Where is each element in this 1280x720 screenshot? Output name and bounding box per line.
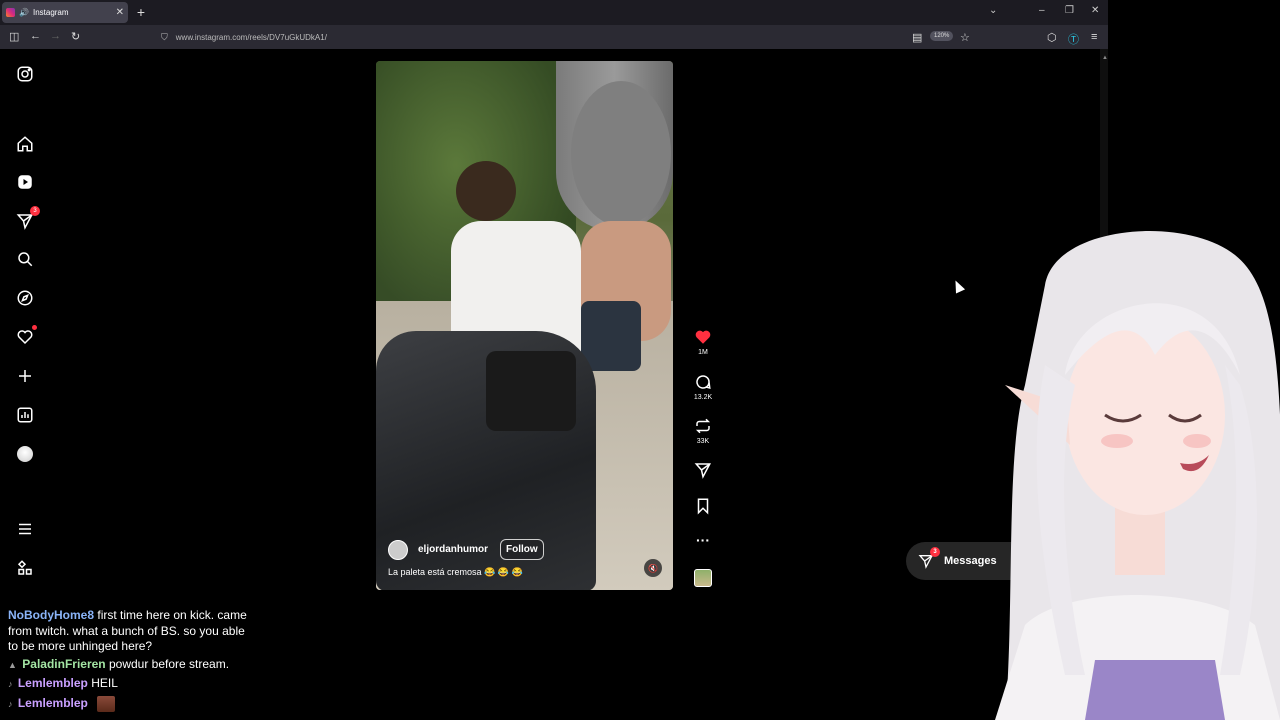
reels-icon[interactable] xyxy=(14,171,36,193)
mute-toggle-icon[interactable]: 🔇 xyxy=(644,559,662,577)
messages-badge: 3 xyxy=(30,206,40,216)
reel-author: eljordanhumor Follow xyxy=(388,539,544,560)
zoom-level[interactable]: 120% xyxy=(930,31,954,41)
translate-extension-icon[interactable]: Ⓣ xyxy=(1068,31,1079,47)
sidebar-toggle-icon[interactable]: ◫ xyxy=(9,30,19,43)
chat-text: HEIL xyxy=(91,676,118,690)
also-from-meta-icon[interactable] xyxy=(14,557,36,579)
chat-username: Lemlemblep xyxy=(17,696,88,711)
chat-badge-icon: ▲ xyxy=(8,660,17,670)
speaker-icon[interactable]: 🔊 xyxy=(19,8,29,17)
author-avatar[interactable] xyxy=(388,539,408,560)
url-bar[interactable]: ⛉ www.instagram.com/reels/DV7uGkUDkA1/ xyxy=(155,27,975,47)
back-icon[interactable]: ← xyxy=(30,30,41,42)
messages-button-badge: 3 xyxy=(930,547,940,557)
close-tab-icon[interactable]: ✕ xyxy=(116,7,124,18)
chat-message: ♪ Lemlemblep HEIL xyxy=(8,676,258,693)
author-username[interactable]: eljordanhumor xyxy=(418,544,488,555)
like-count: 1M xyxy=(698,349,708,356)
chat-username: PaladinFrieren xyxy=(22,657,106,671)
search-icon[interactable] xyxy=(14,248,36,270)
comment-count: 13.2K xyxy=(693,394,713,401)
scroll-up-arrow-icon[interactable]: ▲ xyxy=(1102,55,1108,61)
video-frame-head xyxy=(456,161,516,221)
share-icon xyxy=(694,463,711,479)
chat-message: ▲ PaladinFrieren powdur before stream. xyxy=(8,657,258,674)
video-frame-pipe-end xyxy=(571,81,671,226)
new-tab-button[interactable]: + xyxy=(134,4,148,20)
home-icon[interactable] xyxy=(14,133,36,155)
nav-bar: ◫ ← → ↻ ⛉ www.instagram.com/reels/DV7uGk… xyxy=(0,25,1108,49)
video-frame-pants xyxy=(486,351,576,431)
audio-thumbnail[interactable] xyxy=(694,569,712,587)
mouse-cursor xyxy=(950,278,966,294)
chat-badge-icon: ♪ xyxy=(8,699,13,710)
comment-button[interactable]: 13.2K xyxy=(690,373,716,401)
chat-username: NoBodyHome8 xyxy=(8,608,95,622)
app-menu-icon[interactable]: ≡ xyxy=(1091,31,1097,43)
close-window-icon[interactable]: ✕ xyxy=(1091,5,1099,16)
reload-icon[interactable]: ↻ xyxy=(71,30,80,43)
instagram-sidebar: 3 xyxy=(0,49,60,600)
chat-badge-icon: ♪ xyxy=(8,679,13,689)
bookmark-star-icon[interactable]: ☆ xyxy=(960,31,970,44)
chat-emote-image xyxy=(97,696,116,712)
chat-text: powdur before stream. xyxy=(108,657,230,671)
tab-title: Instagram xyxy=(32,8,69,17)
reader-view-icon[interactable]: ▤ xyxy=(912,31,922,44)
heart-filled-icon xyxy=(695,330,711,344)
tab-bar: 🔊 Instagram ✕ + ⌄ – ❐ ✕ xyxy=(0,0,1108,25)
tracking-shield-icon[interactable]: ⛉ xyxy=(161,32,168,43)
more-menu-icon[interactable] xyxy=(14,518,36,540)
messages-icon[interactable]: 3 xyxy=(14,206,40,232)
notifications-dot xyxy=(32,325,37,330)
reel-video[interactable]: eljordanhumor Follow La paleta está crem… xyxy=(376,61,673,590)
url-text: www.instagram.com/reels/DV7uGkUDkA1/ xyxy=(175,32,327,42)
chat-username: Lemlemblep xyxy=(17,676,88,690)
extensions-icon[interactable]: ⬡ xyxy=(1047,31,1057,44)
stream-chat: NoBodyHome8 first time here on kick. cam… xyxy=(0,600,700,720)
dashboard-icon[interactable] xyxy=(14,404,36,426)
video-frame-shorts xyxy=(581,301,641,371)
messages-send-icon: 3 xyxy=(918,547,940,569)
repost-button[interactable]: 33K xyxy=(690,417,716,445)
restore-icon[interactable]: ❐ xyxy=(1065,5,1074,16)
tab-instagram[interactable]: 🔊 Instagram ✕ xyxy=(2,2,128,23)
create-icon[interactable] xyxy=(14,365,36,387)
reel-caption: La paleta está cremosa 😂 😂 😂 xyxy=(388,567,523,577)
forward-icon[interactable]: → xyxy=(50,30,61,42)
save-button[interactable] xyxy=(690,497,716,518)
follow-button[interactable]: Follow xyxy=(500,539,544,560)
browser-window: 🔊 Instagram ✕ + ⌄ – ❐ ✕ ◫ ← → ↻ ⛉ www.in… xyxy=(0,0,1108,600)
instagram-logo-icon[interactable] xyxy=(14,63,36,85)
explore-icon[interactable] xyxy=(14,287,36,309)
chat-message: NoBodyHome8 first time here on kick. cam… xyxy=(8,608,258,655)
like-button[interactable]: 1M xyxy=(690,328,716,356)
share-button[interactable] xyxy=(690,461,716,482)
profile-avatar[interactable] xyxy=(14,443,36,465)
chat-message: ♪ Lemlemblep xyxy=(8,696,258,713)
more-options-icon[interactable]: ··· xyxy=(690,533,716,547)
list-tabs-icon[interactable]: ⌄ xyxy=(989,5,997,16)
notifications-icon[interactable] xyxy=(14,325,37,348)
instagram-favicon-icon xyxy=(6,8,15,17)
repost-icon xyxy=(695,418,711,434)
vtuber-avatar xyxy=(995,231,1280,720)
bookmark-icon xyxy=(697,498,709,515)
comment-icon xyxy=(696,375,711,390)
minimize-icon[interactable]: – xyxy=(1039,5,1045,16)
repost-count: 33K xyxy=(696,438,710,445)
